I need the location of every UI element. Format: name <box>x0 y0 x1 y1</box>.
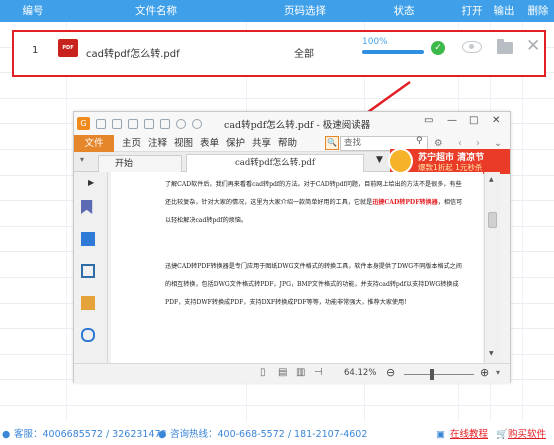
vertical-scrollbar[interactable]: ▲ ▼ <box>484 172 500 363</box>
menu-form[interactable]: 表单 <box>200 136 219 151</box>
window-close-icon[interactable]: ✕ <box>492 115 500 126</box>
open-folder-icon[interactable] <box>96 119 106 129</box>
col-index: 编号 <box>22 5 44 17</box>
scroll-down-icon[interactable]: ▼ <box>489 350 494 357</box>
continuous-icon[interactable]: ▤ <box>278 367 287 378</box>
scroll-thumb[interactable] <box>488 212 497 228</box>
comment-icon[interactable] <box>81 296 95 310</box>
zoom-slider[interactable] <box>404 374 474 375</box>
row-pages[interactable]: 全部 <box>294 45 314 60</box>
find-icon[interactable]: 🔍 <box>325 136 339 150</box>
menu-comment[interactable]: 注释 <box>148 136 167 151</box>
zoom-out-icon[interactable]: ⊖ <box>386 366 395 379</box>
tutorial-link[interactable]: 在线教程 <box>450 425 488 445</box>
customer-service[interactable]: 客服：4006685572 / 326231478 <box>14 425 167 445</box>
facing-icon[interactable]: ▥ <box>296 367 305 378</box>
expand-icon[interactable]: ▶ <box>88 178 94 187</box>
document-page: 了解CAD软件后，我们再来看看cad转pdf的方法。对于CAD转pdf问题，目前… <box>111 172 483 363</box>
minimize-icon[interactable]: — <box>447 115 457 126</box>
check-circle-icon: ✓ <box>431 41 445 55</box>
status-bar: ▯ ▤ ▥ ⊣ 64.12% ⊖ ⊕ ▾ <box>74 363 510 383</box>
zoom-in-icon[interactable]: ⊕ <box>480 366 489 379</box>
paragraph-1: 了解CAD软件后，我们再来看看cad转pdf的方法。对于CAD转pdf问题，目前… <box>147 176 467 229</box>
zoom-handle[interactable] <box>430 369 434 380</box>
progress: 100% <box>362 37 424 54</box>
save-icon[interactable] <box>112 119 122 129</box>
close-icon[interactable]: ✕ <box>526 36 540 56</box>
search-icon[interactable]: ⚲ <box>416 136 423 146</box>
viewer-title: cad转pdf怎么转.pdf - 极速阅读器 <box>224 120 371 131</box>
single-page-icon[interactable]: ▯ <box>260 367 266 378</box>
progress-fill <box>362 50 424 54</box>
table-header: 编号 文件名称 页码选择 状态 打开 输出 删除 <box>0 0 554 22</box>
tab-start[interactable]: 开始 <box>98 155 182 172</box>
col-filename: 文件名称 <box>135 5 177 17</box>
paragraph-2: 迅捷CAD转PDF转换器是专门应用于图纸DWG文件格式的转换工具，软件本身提供了… <box>165 263 462 306</box>
maximize-icon[interactable]: □ <box>469 115 478 126</box>
menu-view[interactable]: 视图 <box>174 136 193 151</box>
restore-icon[interactable]: ▭ <box>424 115 433 126</box>
left-sidebar: ▶ <box>74 172 108 363</box>
tab-menu-icon[interactable]: ▾ <box>80 155 84 164</box>
split-icon[interactable]: ⊣ <box>314 367 323 378</box>
col-delete: 删除 <box>527 5 549 17</box>
col-open: 打开 <box>461 5 483 17</box>
ad-logo-icon <box>388 148 413 174</box>
tab-list-icon[interactable]: ▼ <box>376 155 383 165</box>
footer: ● 客服：4006685572 / 326231478 ● 咨询热线：400-6… <box>0 425 554 445</box>
ad-banner[interactable]: 苏宁超市 清凉节 爆款1折起 1元秒杀 <box>388 148 510 174</box>
menu-file[interactable]: 文件 <box>74 135 114 152</box>
attachment-icon[interactable] <box>81 328 95 342</box>
col-pages: 页码选择 <box>284 5 326 17</box>
menu-home[interactable]: 主页 <box>122 136 141 151</box>
tutorial-icon: ▣ <box>436 429 445 440</box>
layers-icon[interactable] <box>81 264 95 278</box>
menu-help[interactable]: 帮助 <box>278 136 297 151</box>
print-icon[interactable] <box>128 119 138 129</box>
product-link[interactable]: 迅捷CAD转PDF转换器 <box>372 199 438 206</box>
hotline: 咨询热线：400-668-5572 / 181-2107-4602 <box>170 429 368 440</box>
redo-icon[interactable] <box>192 119 202 129</box>
col-output: 输出 <box>493 5 515 17</box>
col-status: 状态 <box>393 5 415 17</box>
scroll-up-icon[interactable]: ▲ <box>489 176 494 183</box>
pdf-viewer-window: G cad转pdf怎么转.pdf - 极速阅读器 ▭ — □ ✕ 文件 主页 注… <box>73 111 511 383</box>
progress-bar <box>362 50 424 54</box>
viewer-titlebar: G cad转pdf怎么转.pdf - 极速阅读器 ▭ — □ ✕ <box>74 112 510 135</box>
phone-icon: ● <box>158 429 167 440</box>
folder-icon[interactable] <box>497 39 513 54</box>
eye-icon[interactable] <box>462 41 482 53</box>
hand-icon[interactable] <box>160 119 170 129</box>
qq-icon: ● <box>2 429 11 440</box>
tab-document[interactable]: cad转pdf怎么转.pdf <box>186 154 364 172</box>
bookmark-icon[interactable] <box>81 200 93 214</box>
row-filename: cad转pdf怎么转.pdf <box>86 49 180 60</box>
email-icon[interactable] <box>144 119 154 129</box>
progress-text: 100% <box>362 37 388 47</box>
undo-icon[interactable] <box>176 119 186 129</box>
pages-icon[interactable] <box>81 232 95 246</box>
pdf-file-icon: PDF <box>58 39 78 57</box>
row-index: 1 <box>32 45 39 56</box>
menu-protect[interactable]: 保护 <box>226 136 245 151</box>
menu-share[interactable]: 共享 <box>252 136 271 151</box>
app-logo-icon: G <box>77 117 90 130</box>
zoom-menu-icon[interactable]: ▾ <box>496 368 500 377</box>
zoom-level[interactable]: 64.12% <box>344 368 376 378</box>
buy-link[interactable]: 购买软件 <box>508 425 546 445</box>
cart-icon: 🛒 <box>496 429 508 440</box>
